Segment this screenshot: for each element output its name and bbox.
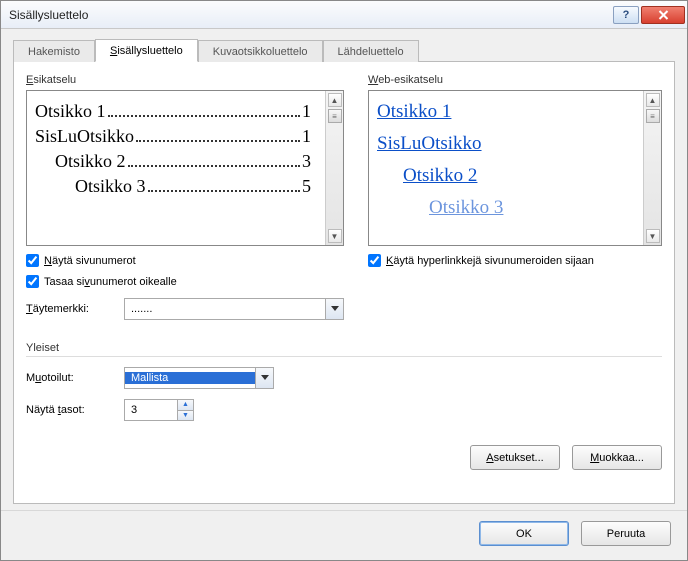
hyperlinks-row: Käytä hyperlinkkejä sivunumeroiden sijaa… (368, 254, 662, 267)
close-button[interactable] (641, 6, 685, 24)
modify-button[interactable]: Muokkaa... (572, 445, 662, 470)
titlebar: Sisällysluettelo ? (1, 1, 687, 29)
options-button[interactable]: Asetukset... (470, 445, 560, 470)
scroll-up-icon[interactable]: ▲ (646, 93, 660, 107)
scroll-grip-icon[interactable]: ≡ (646, 109, 660, 123)
formats-row: Muotoilut: Mallista (26, 367, 662, 389)
toc-row: SisLuOtsikko1 (35, 126, 311, 147)
spinner-down-icon[interactable]: ▼ (178, 410, 193, 421)
web-preview-label: Web-esikatselu (368, 74, 662, 86)
content-area: Hakemisto Sisällysluettelo Kuvaotsikkolu… (1, 29, 687, 510)
print-preview-inner: Otsikko 11 SisLuOtsikko1 Otsikko 23 Otsi… (27, 91, 325, 245)
show-levels-row: Näytä tasot: 3 ▲ ▼ (26, 399, 662, 421)
tab-lahdeluettelo[interactable]: Lähdeluettelo (323, 40, 419, 62)
scroll-down-icon[interactable]: ▼ (646, 229, 660, 243)
show-levels-spinner[interactable]: 3 ▲ ▼ (124, 399, 194, 421)
leader-label: Täytemerkki: (26, 303, 116, 315)
tabs: Hakemisto Sisällysluettelo Kuvaotsikkolu… (13, 37, 675, 62)
align-page-numbers-checkbox[interactable] (26, 275, 39, 288)
leader-dots (148, 176, 300, 192)
print-preview: Otsikko 11 SisLuOtsikko1 Otsikko 23 Otsi… (26, 90, 344, 246)
dialog-footer: OK Peruuta (1, 510, 687, 560)
show-levels-label: Näytä tasot: (26, 404, 116, 416)
window-title: Sisällysluettelo (9, 8, 611, 22)
web-link[interactable]: Otsikko 2 (377, 165, 629, 187)
leader-value: ....... (125, 303, 325, 315)
leader-row: Täytemerkki: ....... (26, 298, 344, 320)
leader-dots (108, 101, 300, 117)
dropdown-arrow-icon[interactable] (255, 368, 273, 388)
toc-row: Otsikko 35 (35, 176, 311, 197)
scroll-up-icon[interactable]: ▲ (328, 93, 342, 107)
web-link[interactable]: Otsikko 3 (377, 197, 629, 219)
leader-dots (136, 126, 300, 142)
align-page-numbers-label: Tasaa sivunumerot oikealle (44, 276, 177, 288)
web-preview: Otsikko 1 SisLuOtsikko Otsikko 2 Otsikko… (368, 90, 662, 246)
formats-label: Muotoilut: (26, 372, 116, 384)
hyperlinks-label: Käytä hyperlinkkejä sivunumeroiden sijaa… (386, 255, 594, 267)
tab-sisallysluettelo[interactable]: Sisällysluettelo (95, 39, 198, 62)
general-group-label: Yleiset (26, 342, 662, 357)
ok-button[interactable]: OK (479, 521, 569, 546)
web-link[interactable]: Otsikko 1 (377, 101, 629, 123)
toc-row: Otsikko 23 (35, 151, 311, 172)
web-link[interactable]: SisLuOtsikko (377, 133, 629, 155)
panel-buttons: Asetukset... Muokkaa... (26, 445, 662, 470)
dialog: Sisällysluettelo ? Hakemisto Sisällyslue… (0, 0, 688, 561)
align-page-numbers-row: Tasaa sivunumerot oikealle (26, 275, 344, 288)
tab-kuvaotsikkoluettelo[interactable]: Kuvaotsikkoluettelo (198, 40, 323, 62)
tab-hakemisto[interactable]: Hakemisto (13, 40, 95, 62)
formats-value: Mallista (125, 372, 255, 384)
scroll-grip-icon[interactable]: ≡ (328, 109, 342, 123)
dropdown-arrow-icon[interactable] (325, 299, 343, 319)
web-preview-inner: Otsikko 1 SisLuOtsikko Otsikko 2 Otsikko… (369, 91, 643, 245)
cancel-button[interactable]: Peruuta (581, 521, 671, 546)
formats-dropdown[interactable]: Mallista (124, 367, 274, 389)
web-preview-column: Web-esikatselu Otsikko 1 SisLuOtsikko Ot… (368, 74, 662, 320)
help-icon: ? (623, 9, 630, 21)
close-icon (658, 10, 669, 20)
preview-columns: Esikatselu Otsikko 11 SisLuOtsikko1 Otsi… (26, 74, 662, 320)
toc-row: Otsikko 11 (35, 101, 311, 122)
show-levels-value: 3 (125, 404, 177, 416)
preview-scrollbar[interactable]: ▲ ≡ ▼ (325, 91, 343, 245)
leader-dots (128, 151, 300, 167)
print-preview-label: Esikatselu (26, 74, 344, 86)
spinner-up-icon[interactable]: ▲ (178, 400, 193, 410)
print-preview-column: Esikatselu Otsikko 11 SisLuOtsikko1 Otsi… (26, 74, 344, 320)
show-page-numbers-label: Näytä sivunumerot (44, 255, 136, 267)
leader-dropdown[interactable]: ....... (124, 298, 344, 320)
preview-scrollbar[interactable]: ▲ ≡ ▼ (643, 91, 661, 245)
tabpanel: Esikatselu Otsikko 11 SisLuOtsikko1 Otsi… (13, 62, 675, 504)
hyperlinks-checkbox[interactable] (368, 254, 381, 267)
help-button[interactable]: ? (613, 6, 639, 24)
show-page-numbers-row: Näytä sivunumerot (26, 254, 344, 267)
scroll-down-icon[interactable]: ▼ (328, 229, 342, 243)
show-page-numbers-checkbox[interactable] (26, 254, 39, 267)
